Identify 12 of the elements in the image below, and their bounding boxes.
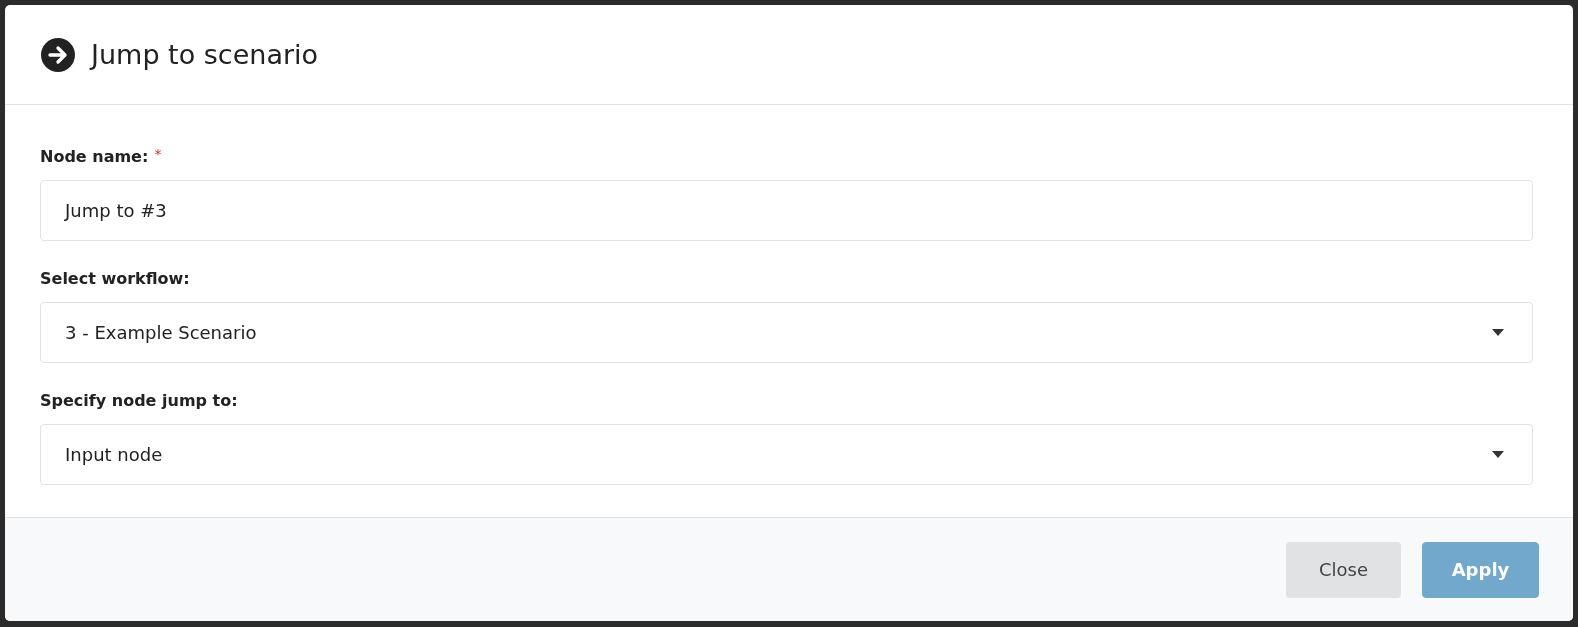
input-field[interactable]: Jump to #3 [40, 180, 1533, 241]
select-field[interactable]: Input node [40, 424, 1533, 485]
caret-icon [1492, 451, 1504, 458]
field-label: Specify node jump to: [40, 391, 238, 410]
arrow-right-icon [41, 37, 75, 72]
dialog-title: Jump to scenario [91, 39, 319, 70]
field-label: Node name: [40, 147, 149, 166]
close-button[interactable]: Close [1286, 541, 1401, 598]
field-label: Select workflow: [40, 269, 190, 288]
caret-icon [1492, 329, 1504, 336]
select-field[interactable]: 3 - Example Scenario [40, 302, 1533, 363]
required-mark: * [154, 147, 162, 161]
